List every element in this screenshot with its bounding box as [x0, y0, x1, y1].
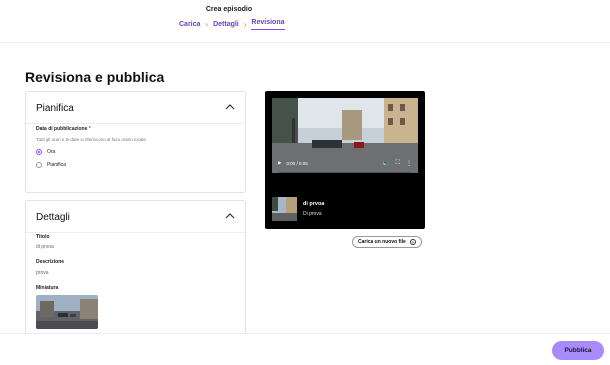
header-title: Crea episodio: [205, 6, 253, 13]
chevron-right-icon: ›: [243, 20, 247, 29]
thumbnail-label: Miniatura: [36, 285, 59, 291]
video-controls: ▶ 0:00 / 0:05 🔈 ⛶ ⋮: [272, 153, 418, 173]
play-icon[interactable]: ▶: [278, 160, 281, 166]
episode-title: di prvoa: [303, 201, 325, 207]
more-options-icon[interactable]: ⋮: [406, 160, 412, 167]
video-progress-bar[interactable]: [279, 172, 411, 173]
chevron-up-icon[interactable]: [224, 210, 236, 222]
timezone-hint: Tutti gli orari e le date si riferiscono…: [36, 137, 146, 142]
episode-preview-card: ▶ 0:00 / 0:05 🔈 ⛶ ⋮ di prvoa Di prova: [265, 91, 425, 229]
footer-bar: [0, 333, 610, 365]
radio-schedule[interactable]: Pianifica: [36, 162, 66, 168]
publish-button[interactable]: Pubblica: [552, 341, 604, 360]
breadcrumb: Carica › Dettagli › Revisiona: [179, 19, 285, 30]
fullscreen-icon[interactable]: ⛶: [396, 160, 400, 167]
details-card-title: Dettagli: [36, 212, 70, 223]
chevron-right-icon: ›: [205, 20, 209, 29]
upload-new-file-button[interactable]: Carica un nuovo file ?: [352, 236, 422, 248]
episode-thumbnail: [272, 197, 297, 221]
radio-button-selected[interactable]: [36, 149, 42, 155]
page-title: Revisiona e pubblica: [25, 69, 165, 85]
chevron-up-icon[interactable]: [224, 101, 236, 113]
top-header: Crea episodio Carica › Dettagli › Revisi…: [0, 0, 610, 43]
video-time: 0:00 / 0:05: [286, 160, 308, 166]
details-card-header[interactable]: Dettagli: [26, 201, 245, 233]
title-value: di prvoa: [36, 244, 54, 250]
schedule-card-header[interactable]: Pianifica: [26, 92, 245, 124]
help-icon[interactable]: ?: [409, 239, 416, 245]
radio-now[interactable]: Ora: [36, 149, 55, 155]
volume-icon[interactable]: 🔈: [382, 160, 389, 167]
schedule-card: Pianifica Data di pubblicazione * Tutti …: [25, 91, 246, 193]
title-label: Titolo: [36, 234, 50, 240]
publish-date-label: Data di pubblicazione *: [36, 126, 91, 132]
description-value: prova: [36, 270, 49, 276]
description-label: Descrizione: [36, 259, 65, 265]
radio-button[interactable]: [36, 162, 42, 168]
details-card: Dettagli Titolo di prvoa Descrizione pro…: [25, 200, 246, 340]
breadcrumb-step-review[interactable]: Revisiona: [251, 19, 285, 30]
schedule-card-title: Pianifica: [36, 103, 74, 114]
thumbnail-image: [36, 295, 98, 329]
episode-description: Di prova: [303, 211, 322, 217]
breadcrumb-step-details[interactable]: Dettagli: [213, 21, 239, 28]
breadcrumb-step-upload[interactable]: Carica: [179, 21, 200, 28]
